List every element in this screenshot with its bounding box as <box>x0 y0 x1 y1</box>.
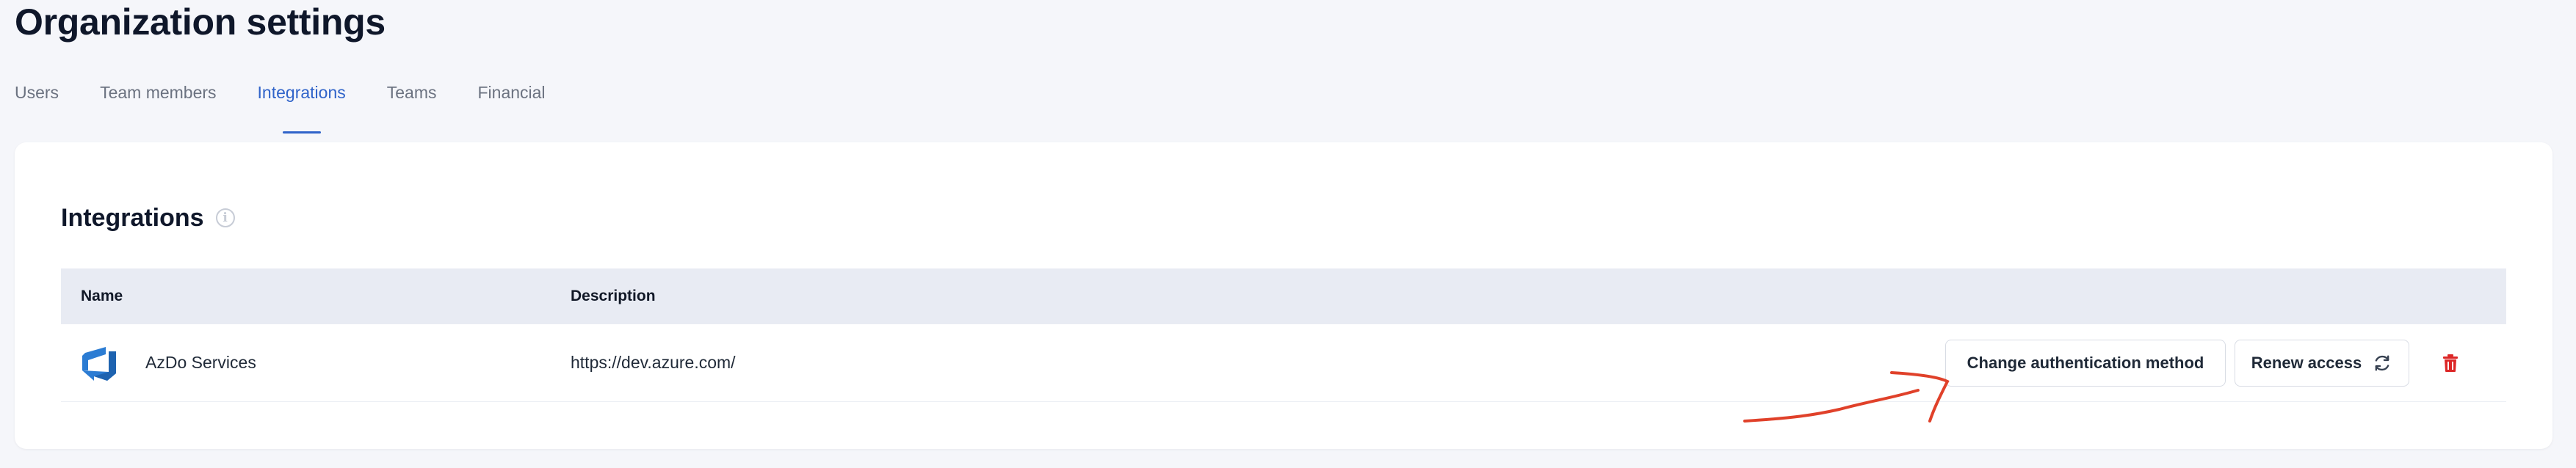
change-authentication-method-button[interactable]: Change authentication method <box>1945 340 2226 387</box>
row-actions: Change authentication method Renew acces… <box>1945 324 2506 402</box>
tab-financial[interactable]: Financial <box>478 79 546 120</box>
section-header: Integrations i <box>61 201 235 235</box>
integration-name: AzDo Services <box>145 353 256 372</box>
page-title: Organization settings <box>15 1 386 43</box>
integrations-card: Integrations i Name Description AzDo Ser… <box>15 142 2553 449</box>
settings-page: Organization settings Users Team members… <box>0 0 2576 468</box>
delete-integration-button[interactable] <box>2424 340 2477 387</box>
tab-integrations[interactable]: Integrations <box>258 79 346 134</box>
tab-teams[interactable]: Teams <box>387 79 437 120</box>
table-row: AzDo Services https://dev.azure.com/ Cha… <box>61 324 2506 402</box>
renew-access-button[interactable]: Renew access <box>2235 340 2409 387</box>
integrations-table: Name Description AzDo Services https://d… <box>61 268 2506 402</box>
azure-devops-icon <box>82 346 116 381</box>
table-header: Name Description <box>61 268 2506 324</box>
section-title: Integrations <box>61 204 204 232</box>
integration-description: https://dev.azure.com/ <box>571 353 736 372</box>
tab-users[interactable]: Users <box>15 79 59 120</box>
column-header-name: Name <box>81 288 123 304</box>
refresh-icon <box>2375 355 2389 371</box>
renew-access-label: Renew access <box>2251 354 2362 372</box>
integration-name-cell: AzDo Services <box>61 344 571 382</box>
settings-tabs: Users Team members Integrations Teams Fi… <box>15 79 587 134</box>
trash-icon <box>2443 354 2458 372</box>
info-icon[interactable]: i <box>215 208 235 227</box>
column-header-description: Description <box>571 288 656 304</box>
tab-team-members[interactable]: Team members <box>100 79 216 120</box>
